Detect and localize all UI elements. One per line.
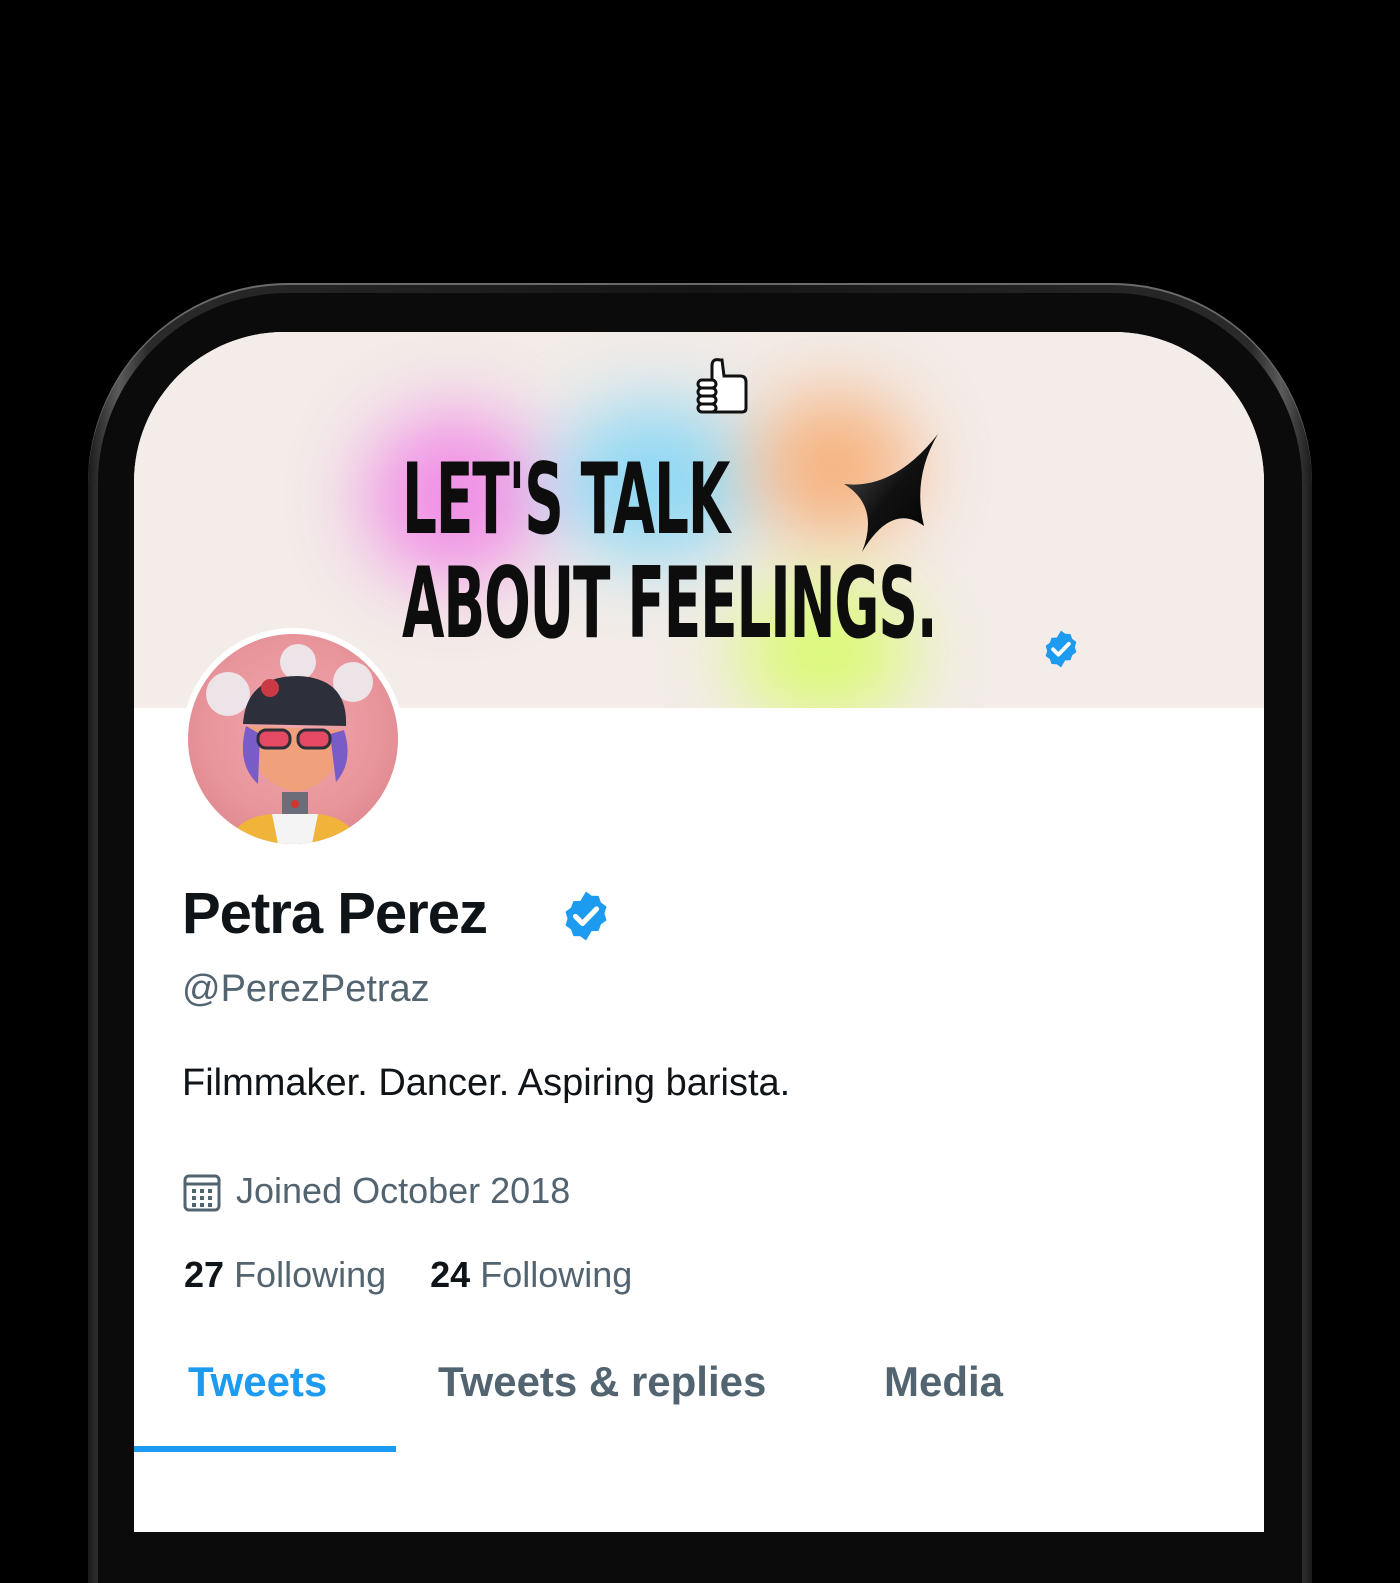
profile-screen: LET'S TALK ABOUT FEELINGS. Petra Perez @… [134,332,1264,1532]
thumbs-up-icon [696,358,748,414]
avatar[interactable] [182,628,404,850]
avatar-image [188,634,398,844]
verified-badge-icon [1045,630,1077,668]
joined-date: Joined October 2018 [236,1170,571,1211]
banner-title-line2: ABOUT FEELINGS. [402,547,938,661]
stat-count: 24 [430,1254,471,1295]
verified-badge-icon [565,891,607,941]
profile-bio: Filmmaker. Dancer. Aspiring barista. [182,1062,791,1104]
tab-media[interactable]: Media [884,1358,1003,1406]
stat-label: Following [234,1254,387,1295]
follow-stats: 27 Following 24 Following [184,1254,666,1296]
profile-name: Petra Perez [182,881,488,946]
stat-count: 27 [184,1254,225,1295]
tab-tweets[interactable]: Tweets [188,1358,327,1406]
calendar-icon [183,1174,221,1212]
followers-stat[interactable]: 24 Following [430,1254,632,1296]
following-stat[interactable]: 27 Following [184,1254,386,1296]
tab-tweets-replies[interactable]: Tweets & replies [438,1358,766,1406]
profile-handle: @PerezPetraz [182,968,430,1010]
active-tab-indicator [134,1446,396,1452]
avatar-illustration [206,644,373,844]
sparkle-star-icon [844,434,938,552]
stat-label: Following [480,1254,633,1295]
